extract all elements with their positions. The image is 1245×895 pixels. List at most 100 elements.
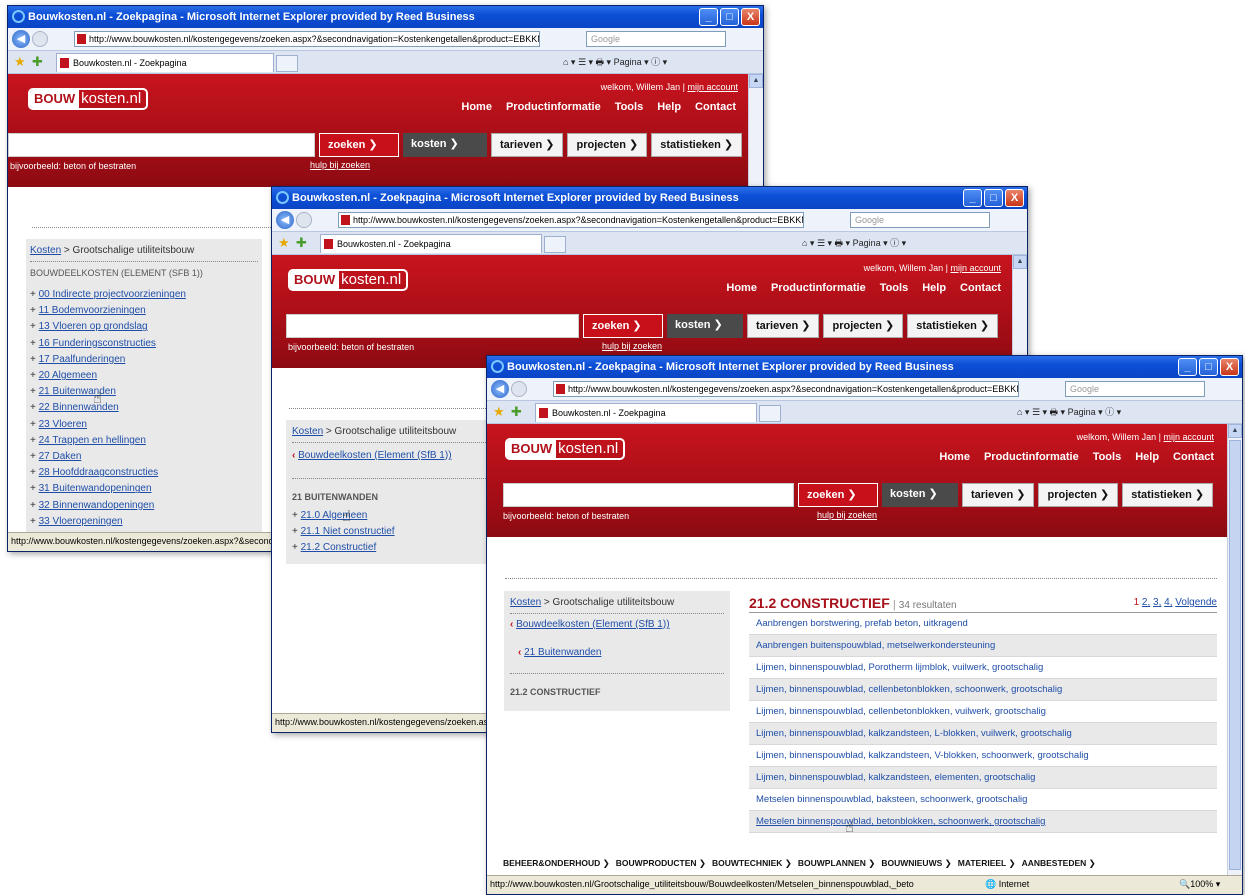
site-logo[interactable]: BOUW kosten.nl [28, 88, 149, 110]
zoom-level[interactable]: 🔍100% ▾ [1179, 876, 1220, 893]
title-bar[interactable]: Bouwkosten.nl - Zoekpagina - Microsoft I… [272, 187, 1027, 209]
result-link[interactable]: Lijmen, binnenspouwblad, cellenbetonblok… [756, 684, 1062, 695]
category-link[interactable]: 24 Trappen en hellingen [39, 435, 146, 446]
address-input[interactable]: http://www.bouwkosten.nl/kostengegevens/… [74, 31, 540, 47]
category-link[interactable]: 11 Bodemvoorzieningen [39, 305, 146, 316]
category-link[interactable]: 16 Funderingsconstructies [39, 338, 156, 349]
category-link[interactable]: 13 Vloeren op grondslag [39, 321, 148, 332]
category-link[interactable]: 31 Buitenwandopeningen [39, 483, 152, 494]
nav-tools[interactable]: Tools [880, 282, 909, 294]
help-search-link[interactable]: hulp bij zoeken [602, 341, 662, 351]
kosten-button[interactable]: kosten ❯ [667, 314, 743, 338]
forward-arrow-icon[interactable] [511, 381, 527, 397]
statistieken-button[interactable]: statistieken ❯ [907, 314, 999, 338]
nav-contact[interactable]: Contact [695, 101, 736, 113]
breadcrumb-kosten-link[interactable]: Kosten [510, 597, 541, 608]
footer-nav-item[interactable]: BOUWNIEUWS ❯ [881, 858, 951, 869]
help-search-link[interactable]: hulp bij zoeken [817, 510, 877, 520]
statistieken-button[interactable]: statistieken ❯ [1122, 483, 1214, 507]
close-button[interactable]: X [1220, 358, 1239, 376]
tarieven-button[interactable]: tarieven ❯ [747, 314, 820, 338]
favorites-star-icon[interactable]: ★ [278, 235, 290, 251]
close-button[interactable]: X [1005, 189, 1024, 207]
google-search-input[interactable]: Google [850, 212, 990, 228]
command-bar[interactable]: ⌂ ▾ ☰ ▾ 🖶 ▾ Pagina ▾ ⓘ ▾ [802, 236, 906, 252]
google-search-input[interactable]: Google [1065, 381, 1205, 397]
nav-contact[interactable]: Contact [1173, 451, 1214, 463]
tarieven-button[interactable]: tarieven ❯ [491, 133, 564, 157]
new-tab-button[interactable] [759, 405, 781, 422]
forward-arrow-icon[interactable] [32, 31, 48, 47]
search-button[interactable]: zoeken ❯ [319, 133, 399, 157]
maximize-button[interactable]: □ [1199, 358, 1218, 376]
scroll-up-icon[interactable]: ▲ [1013, 255, 1027, 269]
tarieven-button[interactable]: tarieven ❯ [962, 483, 1035, 507]
account-link[interactable]: mijn account [687, 82, 738, 92]
browser-tab[interactable]: Bouwkosten.nl - Zoekpagina [56, 53, 274, 72]
command-bar[interactable]: ⌂ ▾ ☰ ▾ 🖶 ▾ Pagina ▾ ⓘ ▾ [1017, 405, 1121, 421]
nav-productinformatie[interactable]: Productinformatie [506, 101, 601, 113]
nav-home[interactable]: Home [726, 282, 757, 294]
nav-help[interactable]: Help [922, 282, 946, 294]
bouwdeelkosten-link[interactable]: Bouwdeelkosten (Element (SfB 1)) [516, 619, 669, 630]
search-button[interactable]: zoeken ❯ [798, 483, 878, 507]
site-search-input[interactable] [8, 133, 315, 157]
new-tab-button[interactable] [276, 55, 298, 72]
category-link[interactable]: 28 Hoofddraagconstructies [39, 467, 159, 478]
nav-productinformatie[interactable]: Productinformatie [984, 451, 1079, 463]
subcategory-link[interactable]: 21.1 Niet constructief [301, 526, 395, 537]
category-link[interactable]: 00 Indirecte projectvoorzieningen [39, 289, 186, 300]
title-bar[interactable]: Bouwkosten.nl - Zoekpagina - Microsoft I… [8, 6, 763, 28]
result-link[interactable]: Aanbrengen borstwering, prefab beton, ui… [756, 618, 968, 629]
subcategory-link[interactable]: 21.2 Constructief [301, 542, 377, 553]
statistieken-button[interactable]: statistieken ❯ [651, 133, 743, 157]
account-link[interactable]: mijn account [950, 263, 1001, 273]
projecten-button[interactable]: projecten ❯ [567, 133, 648, 157]
address-input[interactable]: http://www.bouwkosten.nl/kostengegevens/… [553, 381, 1019, 397]
kosten-button[interactable]: kosten ❯ [882, 483, 958, 507]
breadcrumb-kosten-link[interactable]: Kosten [292, 426, 323, 437]
scrollbar-thumb[interactable] [1229, 440, 1241, 870]
buitenwanden-link[interactable]: 21 Buitenwanden [524, 647, 601, 658]
add-favorites-icon[interactable]: ✚ [32, 54, 43, 70]
page-menu[interactable]: Pagina [614, 57, 642, 67]
nav-productinformatie[interactable]: Productinformatie [771, 282, 866, 294]
result-link[interactable]: Lijmen, binnenspouwblad, kalkzandsteen, … [756, 772, 1035, 783]
result-link[interactable]: Lijmen, binnenspouwblad, cellenbetonblok… [756, 706, 1046, 717]
site-logo[interactable]: BOUW kosten.nl [505, 438, 626, 460]
footer-nav-item[interactable]: BEHEER&ONDERHOUD ❯ [503, 858, 610, 869]
forward-arrow-icon[interactable] [296, 212, 312, 228]
nav-help[interactable]: Help [657, 101, 681, 113]
account-link[interactable]: mijn account [1163, 432, 1214, 442]
close-button[interactable]: X [741, 8, 760, 26]
result-link[interactable]: Metselen binnenspouwblad, betonblokken, … [756, 816, 1045, 827]
nav-tools[interactable]: Tools [615, 101, 644, 113]
nav-help[interactable]: Help [1135, 451, 1159, 463]
result-link[interactable]: Lijmen, binnenspouwblad, kalkzandsteen, … [756, 728, 1072, 739]
result-link[interactable]: Lijmen, binnenspouwblad, Porotherm lijmb… [756, 662, 1043, 673]
result-link[interactable]: Metselen binnenspouwblad, baksteen, scho… [756, 794, 1027, 805]
browser-tab[interactable]: Bouwkosten.nl - Zoekpagina [320, 234, 542, 253]
category-link[interactable]: 21 Buitenwanden [39, 386, 116, 397]
site-search-input[interactable] [503, 483, 794, 507]
nav-tools[interactable]: Tools [1093, 451, 1122, 463]
minimize-button[interactable]: _ [699, 8, 718, 26]
scroll-up-icon[interactable]: ▲ [749, 74, 763, 88]
minimize-button[interactable]: _ [963, 189, 982, 207]
browser-tab[interactable]: Bouwkosten.nl - Zoekpagina [535, 403, 757, 422]
nav-home[interactable]: Home [939, 451, 970, 463]
result-link[interactable]: Lijmen, binnenspouwblad, kalkzandsteen, … [756, 750, 1089, 761]
footer-nav-item[interactable]: AANBESTEDEN ❯ [1022, 858, 1096, 869]
category-link[interactable]: 32 Binnenwandopeningen [39, 500, 155, 511]
add-favorites-icon[interactable]: ✚ [511, 404, 522, 420]
footer-nav-item[interactable]: MATERIEEL ❯ [958, 858, 1016, 869]
title-bar[interactable]: Bouwkosten.nl - Zoekpagina - Microsoft I… [487, 356, 1242, 378]
google-search-input[interactable]: Google [586, 31, 726, 47]
next-page-link[interactable]: Volgende [1175, 597, 1217, 608]
command-bar[interactable]: ⌂ ▾ ☰ ▾ 🖶 ▾ Pagina ▾ ⓘ ▾ [563, 55, 667, 71]
page-menu[interactable]: Pagina [1068, 407, 1096, 417]
footer-nav-item[interactable]: BOUWTECHNIEK ❯ [712, 858, 792, 869]
breadcrumb-kosten-link[interactable]: Kosten [30, 245, 61, 256]
nav-contact[interactable]: Contact [960, 282, 1001, 294]
site-logo[interactable]: BOUW kosten.nl [288, 269, 409, 291]
